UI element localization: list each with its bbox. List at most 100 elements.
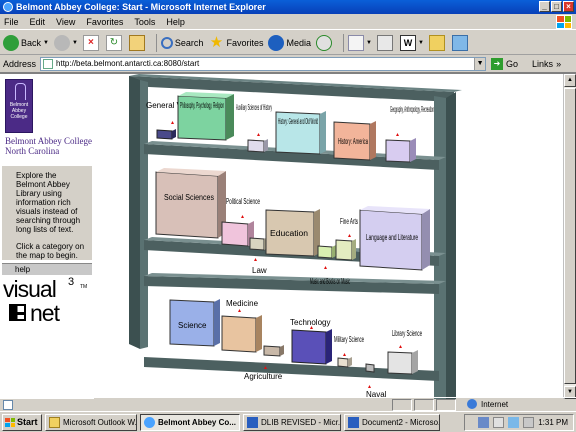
chevron-right-icon[interactable]: » [556, 59, 561, 69]
status-cell [414, 399, 434, 411]
chevron-down-icon[interactable]: ▼ [366, 40, 372, 46]
edit-word-button[interactable]: W ▼ [399, 34, 424, 51]
start-button[interactable]: Start [2, 413, 42, 431]
go-arrow-icon: ➜ [491, 57, 504, 70]
menu-file[interactable]: File [4, 17, 19, 27]
college-logo[interactable]: Belmont Abbey College [5, 79, 33, 133]
title-bar: Belmont Abbey College: Start - Microsoft… [0, 0, 576, 14]
bookshelf-map: General Works Philosophy, Psychology, Re… [94, 74, 576, 399]
back-arrow-icon [3, 34, 19, 51]
search-button[interactable]: Search [160, 36, 203, 49]
cube-icon [9, 304, 26, 321]
label-history-general: History: General and Old World [278, 117, 318, 126]
maximize-button[interactable]: □ [551, 1, 562, 12]
label-auxiliary-sciences: Auxiliary Sciences of History [236, 103, 272, 112]
network-icon[interactable] [478, 417, 490, 428]
category-technology[interactable]: Technology [290, 318, 332, 365]
category-education[interactable]: Education [265, 209, 320, 257]
label-social-sciences: Social Sciences [164, 193, 214, 202]
discuss-icon [428, 34, 445, 51]
category-auxiliary-sciences[interactable]: Auxiliary Sciences of History [236, 103, 272, 153]
clock[interactable]: 1:31 PM [538, 418, 568, 427]
chevron-down-icon[interactable]: ▼ [474, 57, 486, 70]
mail-button[interactable]: ▼ [347, 34, 372, 51]
word-icon: W [399, 34, 416, 51]
category-science[interactable]: Science [169, 299, 220, 347]
search-icon [160, 36, 173, 49]
links-button[interactable]: Links [532, 59, 553, 69]
security-zone: Internet [467, 399, 508, 409]
chevron-down-icon[interactable]: ▼ [418, 40, 424, 46]
menu-favorites[interactable]: Favorites [86, 17, 123, 27]
category-philosophy[interactable]: Philosophy, Psychology, Religion [177, 92, 234, 141]
print-icon [376, 34, 393, 51]
category-geography[interactable]: Geography, Anthropology, Recreation [385, 105, 434, 163]
address-input[interactable]: http://beta.belmont.antarcti.ca:8080/sta… [40, 56, 487, 71]
page-content: Belmont Abbey College Belmont Abbey Coll… [0, 72, 576, 399]
category-library-science[interactable]: Library Science [387, 329, 422, 375]
scroll-thumb[interactable] [564, 88, 576, 384]
home-button[interactable] [128, 34, 147, 51]
category-military-science[interactable]: Military Science [334, 335, 364, 368]
taskbar: Start Microsoft Outlook W... Belmont Abb… [0, 411, 576, 432]
word-icon [348, 416, 359, 428]
media-button[interactable]: Media [268, 34, 311, 51]
forward-button[interactable]: ▼ [53, 34, 78, 51]
category-fine-arts[interactable]: Fine Arts [335, 217, 358, 261]
menu-help[interactable]: Help [166, 17, 185, 27]
outlook-icon [49, 416, 60, 428]
category-social-sciences[interactable]: Social Sciences [155, 168, 226, 239]
category-history-america[interactable]: History: America [333, 121, 376, 161]
refresh-button[interactable]: ↻ [105, 34, 124, 51]
visual-net-logo[interactable]: visual 3 TM net [3, 276, 91, 328]
label-history-america: History: America [338, 137, 368, 146]
print-button[interactable] [376, 34, 395, 51]
chevron-down-icon[interactable]: ▼ [43, 40, 49, 46]
toolbar: Back ▼ ▼ × ↻ Search ★ Favorites Media ▼ … [0, 31, 576, 55]
go-button[interactable]: ➜ Go [491, 57, 518, 70]
label-science: Science [178, 321, 207, 330]
menu-view[interactable]: View [56, 17, 75, 27]
printer-icon[interactable] [493, 417, 505, 428]
volume-icon[interactable] [523, 417, 535, 428]
label-geography: Geography, Anthropology, Recreation [390, 105, 434, 114]
college-name[interactable]: Belmont Abbey College North Carolina [5, 136, 93, 156]
history-icon [315, 34, 332, 51]
task-belmont-ie[interactable]: Belmont Abbey Co... [140, 413, 240, 431]
stop-button[interactable]: × [82, 34, 101, 51]
close-button[interactable]: × [563, 1, 574, 12]
window-title: Belmont Abbey College: Start - Microsoft… [16, 2, 266, 12]
category-history-general[interactable]: History: General and Old World [275, 111, 326, 155]
page-icon [43, 58, 54, 69]
status-bar: Internet [0, 397, 576, 411]
home-icon [128, 34, 145, 51]
discuss-button[interactable] [428, 34, 447, 51]
messenger-button[interactable] [451, 34, 470, 51]
address-url: http://beta.belmont.antarcti.ca:8080/sta… [56, 59, 200, 68]
task-outlook[interactable]: Microsoft Outlook W... [45, 413, 137, 431]
category-language-literature[interactable]: Language and Literature [359, 206, 430, 271]
history-button[interactable] [315, 34, 334, 51]
system-tray: 1:31 PM [464, 414, 574, 431]
label-language-literature: Language and Literature [366, 233, 418, 242]
help-link[interactable]: help [2, 263, 92, 275]
sidebar: Belmont Abbey College Belmont Abbey Coll… [0, 74, 94, 399]
minimize-button[interactable]: _ [539, 1, 550, 12]
scroll-up-icon[interactable]: ▲ [564, 74, 576, 87]
label-agriculture: Agriculture [244, 372, 283, 381]
favorites-button[interactable]: ★ Favorites [208, 34, 264, 51]
task-document2-word[interactable]: Document2 - Microso... [344, 413, 440, 431]
media-icon [268, 34, 285, 51]
vertical-scrollbar[interactable]: ▲ ▼ [563, 74, 576, 399]
ie-icon [144, 416, 155, 428]
category-medicine[interactable]: Medicine [221, 299, 262, 353]
windows-flag-icon [5, 417, 15, 427]
menu-tools[interactable]: Tools [134, 17, 155, 27]
back-button[interactable]: Back ▼ [3, 34, 49, 51]
menu-edit[interactable]: Edit [30, 17, 46, 27]
task-dlib-word[interactable]: DLIB REVISED - Micr... [243, 413, 341, 431]
refresh-icon: ↻ [105, 34, 122, 51]
messenger-tray-icon[interactable] [508, 417, 520, 428]
label-music: Music and Books on Music [310, 277, 350, 286]
chevron-down-icon[interactable]: ▼ [72, 40, 78, 46]
